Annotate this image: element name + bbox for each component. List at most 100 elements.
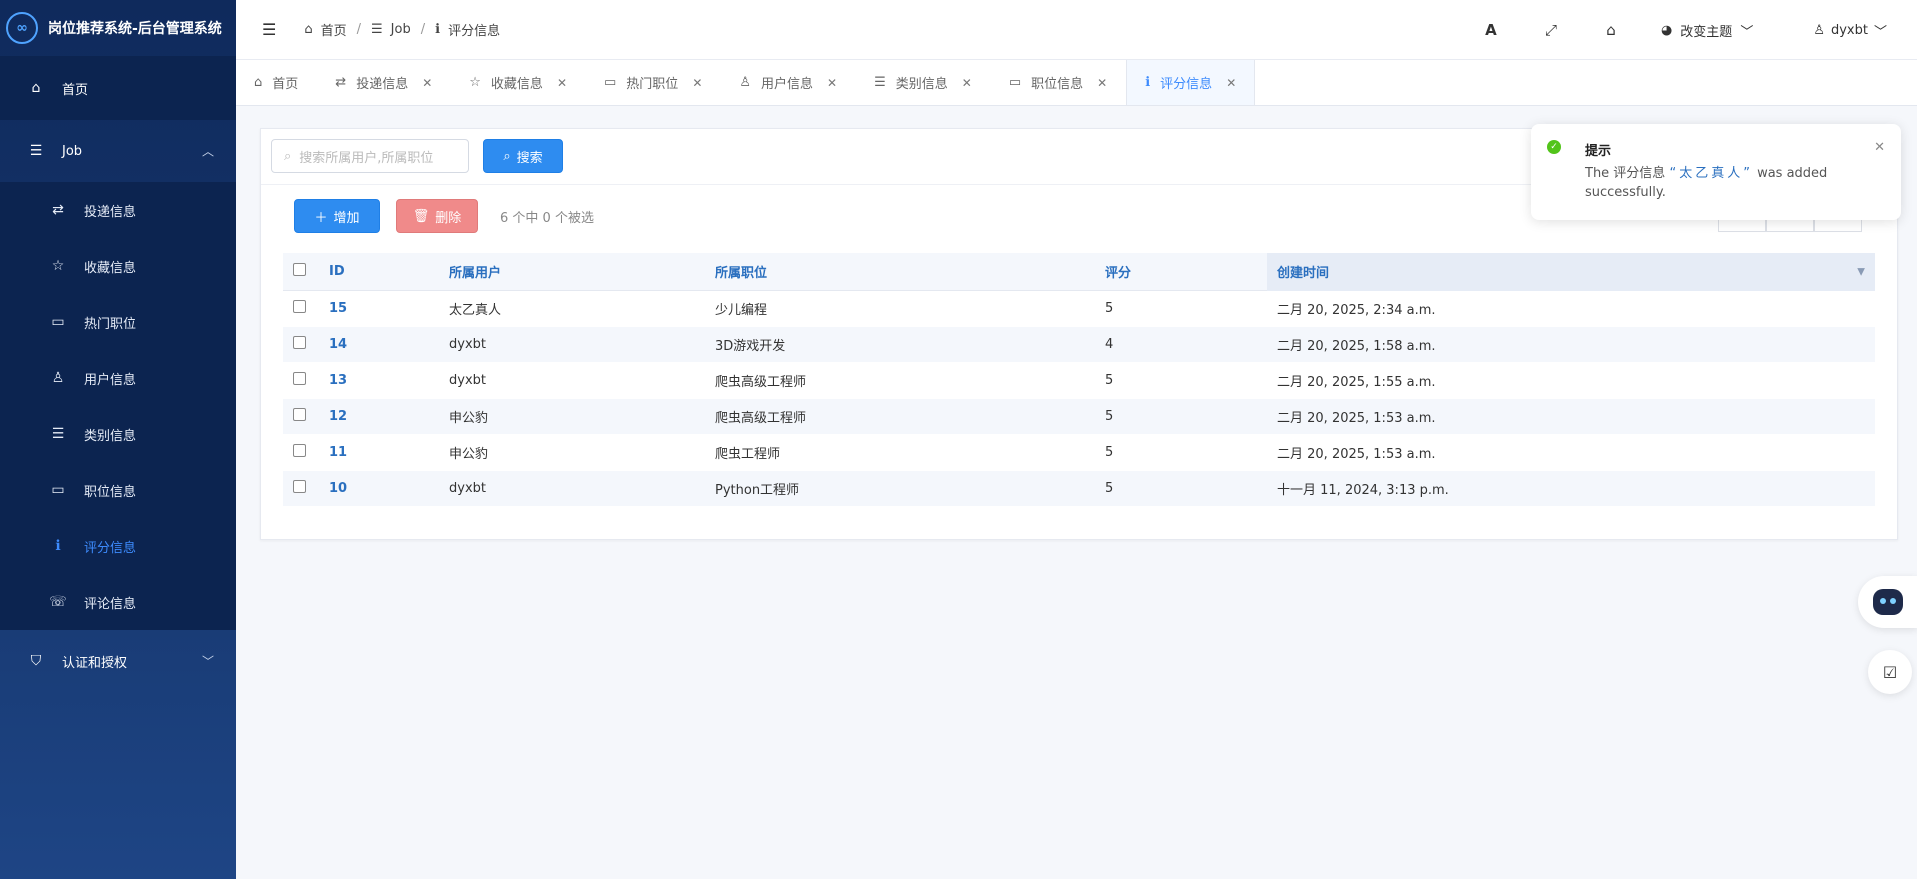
info-icon: ℹ [435, 22, 441, 37]
row-checkbox[interactable] [293, 480, 306, 493]
select-all-checkbox[interactable] [293, 263, 306, 276]
tab-label: 收藏信息 [490, 77, 543, 92]
row-checkbox[interactable] [293, 408, 306, 421]
delete-button[interactable]: 🗑 删除 [396, 199, 478, 233]
row-select-cell [283, 336, 319, 353]
sort-desc-icon[interactable]: ▼ [1857, 266, 1865, 277]
sidebar-item-categories[interactable]: ☰ 类别信息 [0, 406, 236, 462]
theme-switcher[interactable]: ◕ 改变主题 ﹀ [1661, 21, 1753, 40]
tab-categories[interactable]: ☰ 类别信息 ✕ [856, 60, 991, 105]
row-score: 5 [1105, 301, 1114, 316]
trash-icon: 🗑 [412, 208, 430, 224]
row-checkbox[interactable] [293, 444, 306, 457]
close-icon[interactable]: ✕ [1226, 76, 1236, 90]
breadcrumb-separator: / [356, 22, 362, 37]
table-row: 11 申公豹 爬虫工程师 5 二月 20, 2025, 1:53 a.m. [283, 435, 1875, 471]
search-icon: ⌕ [503, 148, 511, 164]
row-id: 13 [319, 373, 439, 388]
search-button[interactable]: ⌕ 搜索 [483, 139, 563, 173]
column-header-label: 创建时间 [1277, 266, 1330, 281]
row-id-link[interactable]: 14 [329, 337, 347, 352]
close-icon[interactable]: ✕ [692, 76, 702, 90]
font-size-icon[interactable]: A [1461, 21, 1521, 39]
close-icon[interactable]: ✕ [1874, 140, 1885, 155]
table-row: 13 dyxbt 爬虫高级工程师 5 二月 20, 2025, 1:55 a.m… [283, 363, 1875, 399]
row-id-link[interactable]: 13 [329, 373, 347, 388]
row-id-link[interactable]: 12 [329, 409, 347, 424]
column-header-created[interactable]: 创建时间 ▼ [1267, 252, 1875, 291]
action-toolbar: ＋ 增加 🗑 删除 6 个中 0 个被选 [294, 199, 594, 233]
id-card-icon: ▭ [604, 75, 617, 90]
column-header-user[interactable]: 所属用户 [439, 262, 705, 281]
tab-label: 职位信息 [1031, 77, 1084, 92]
tab-ratings[interactable]: ℹ 评分信息 ✕ [1126, 60, 1256, 105]
breadcrumb-current: 评分信息 [448, 24, 501, 39]
row-user: dyxbt [449, 337, 486, 352]
row-select-cell [283, 444, 319, 461]
row-score: 4 [1105, 337, 1114, 352]
row-user: 申公豹 [449, 447, 489, 462]
add-button[interactable]: ＋ 增加 [294, 199, 380, 233]
theme-label: 改变主题 [1680, 24, 1733, 40]
search-input[interactable]: ⌕ 搜索所属用户,所属职位 [271, 139, 469, 173]
user-menu[interactable]: ♙ dyxbt ﹀ [1813, 21, 1887, 40]
delete-button-label: 删除 [435, 210, 462, 226]
row-created: 二月 20, 2025, 1:55 a.m. [1277, 375, 1436, 390]
close-icon[interactable]: ✕ [827, 76, 837, 90]
sidebar: ∞ 岗位推荐系统-后台管理系统 ⌂ 首页 ☰ Job ︿ ⇄ 投递信息 ☆ 收藏… [0, 0, 236, 879]
column-header-score[interactable]: 评分 [1095, 262, 1267, 281]
row-id-link[interactable]: 15 [329, 301, 347, 316]
row-checkbox[interactable] [293, 372, 306, 385]
breadcrumb-job[interactable]: Job [391, 22, 411, 37]
sidebar-item-jobs[interactable]: ▭ 职位信息 [0, 462, 236, 518]
table-row: 14 dyxbt 3D游戏开发 4 二月 20, 2025, 1:58 a.m. [283, 327, 1875, 363]
tab-favorites[interactable]: ☆ 收藏信息 ✕ [451, 60, 586, 105]
home-icon[interactable]: ⌂ [1581, 21, 1641, 39]
sidebar-item-applications[interactable]: ⇄ 投递信息 [0, 182, 236, 238]
table-header: ID 所属用户 所属职位 评分 创建时间 ▼ [283, 252, 1875, 291]
sidebar-item-hot-jobs[interactable]: ▭ 热门职位 [0, 294, 236, 350]
row-id: 11 [319, 445, 439, 460]
tab-hot-jobs[interactable]: ▭ 热门职位 ✕ [586, 60, 721, 105]
home-icon: ⌂ [254, 75, 263, 90]
notes-button[interactable]: ☑ [1868, 650, 1912, 694]
sidebar-group-job[interactable]: ☰ Job ︿ [0, 120, 236, 182]
fullscreen-icon[interactable]: ⤢ [1521, 21, 1581, 39]
sidebar-item-home[interactable]: ⌂ 首页 [0, 56, 236, 120]
tab-users[interactable]: ♙ 用户信息 ✕ [721, 60, 856, 105]
tab-applications[interactable]: ⇄ 投递信息 ✕ [317, 60, 451, 105]
breadcrumb-home[interactable]: 首页 [321, 20, 347, 39]
close-icon[interactable]: ✕ [422, 76, 432, 90]
menu-toggle-icon[interactable]: ☰ [262, 20, 276, 39]
sidebar-item-ratings[interactable]: ℹ 评分信息 [0, 518, 236, 574]
row-id: 15 [319, 301, 439, 316]
close-icon[interactable]: ✕ [962, 76, 972, 90]
ratings-table: ID 所属用户 所属职位 评分 创建时间 ▼ 15 太乙真人 少儿编程 5 二月… [283, 252, 1875, 507]
comments-icon: ☏ [49, 594, 67, 610]
top-header: ☰ ⌂ 首页 / ☰ Job / ℹ 评分信息 A ⤢ ⌂ ◕ 改变主题 ﹀ ♙… [236, 0, 1917, 60]
row-checkbox[interactable] [293, 300, 306, 313]
retweet-icon: ⇄ [335, 75, 347, 90]
close-icon[interactable]: ✕ [557, 76, 567, 90]
sidebar-item-favorites[interactable]: ☆ 收藏信息 [0, 238, 236, 294]
row-id-link[interactable]: 10 [329, 481, 347, 496]
row-id-link[interactable]: 11 [329, 445, 347, 460]
search-placeholder: 搜索所属用户,所属职位 [299, 150, 434, 166]
tab-jobs[interactable]: ▭ 职位信息 ✕ [991, 60, 1126, 105]
breadcrumb-separator: / [420, 22, 426, 37]
notification-prefix: The 评分信息 [1585, 166, 1670, 181]
sidebar-item-comments[interactable]: ☏ 评论信息 [0, 574, 236, 630]
sidebar-group-auth[interactable]: ⛉ 认证和授权 ﹀ [0, 630, 236, 692]
brand: ∞ 岗位推荐系统-后台管理系统 [0, 0, 236, 56]
row-id: 14 [319, 337, 439, 352]
tab-home[interactable]: ⌂ 首页 [236, 60, 317, 105]
column-header-id[interactable]: ID [319, 264, 439, 279]
assistant-bot-button[interactable] [1858, 576, 1917, 628]
column-header-job[interactable]: 所属职位 [705, 262, 1095, 281]
close-icon[interactable]: ✕ [1097, 76, 1107, 90]
sidebar-group-label: 认证和授权 [62, 655, 128, 671]
list-icon: ☰ [874, 75, 886, 90]
sidebar-item-users[interactable]: ♙ 用户信息 [0, 350, 236, 406]
row-created: 二月 20, 2025, 1:58 a.m. [1277, 339, 1436, 354]
row-checkbox[interactable] [293, 336, 306, 349]
